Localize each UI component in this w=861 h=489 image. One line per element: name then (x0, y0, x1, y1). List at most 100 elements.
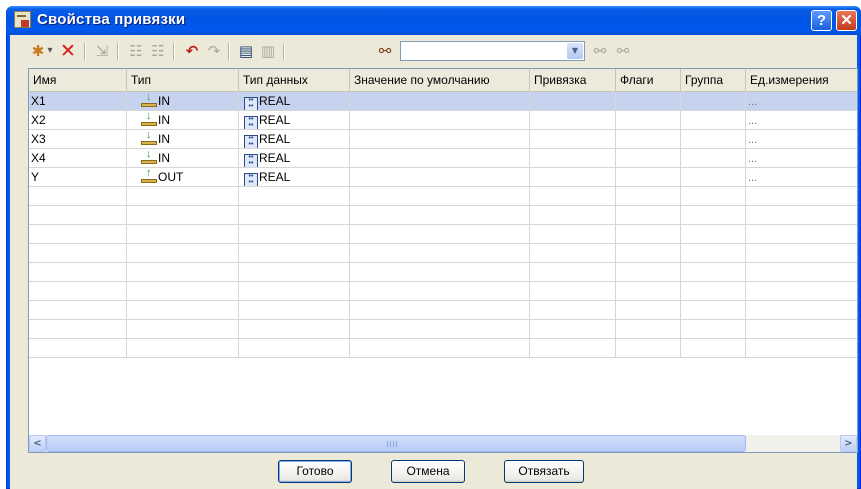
cell-flags[interactable] (616, 320, 681, 338)
cell-kind[interactable] (127, 263, 239, 281)
cell-name[interactable] (29, 187, 127, 205)
table-row[interactable] (29, 339, 857, 358)
cell-datatype[interactable]: •• •• REAL (239, 130, 350, 148)
cell-datatype[interactable] (239, 187, 350, 205)
column-header-default[interactable]: Значение по умолчанию (350, 69, 530, 91)
cell-datatype[interactable]: •• •• REAL (239, 92, 350, 110)
cell-datatype[interactable] (239, 301, 350, 319)
cell-unit[interactable] (746, 206, 857, 224)
cell-group[interactable] (681, 244, 746, 262)
column-header-binding[interactable]: Привязка (530, 69, 616, 91)
cell-flags[interactable] (616, 187, 681, 205)
table-row[interactable]: X4 ↓ IN •• •• REAL... (29, 149, 857, 168)
cell-datatype[interactable] (239, 225, 350, 243)
cell-name[interactable] (29, 244, 127, 262)
cell-unit[interactable] (746, 225, 857, 243)
cell-kind[interactable] (127, 244, 239, 262)
table-row[interactable]: X3 ↓ IN •• •• REAL... (29, 130, 857, 149)
cell-kind[interactable] (127, 301, 239, 319)
cell-binding[interactable] (530, 130, 616, 148)
table-row[interactable]: Y ↑ OUT •• •• REAL... (29, 168, 857, 187)
column-header-flags[interactable]: Флаги (616, 69, 681, 91)
cell-name[interactable] (29, 339, 127, 357)
cell-binding[interactable] (530, 206, 616, 224)
table-row[interactable]: X1 ↓ IN •• •• REAL... (29, 92, 857, 111)
cell-default[interactable] (350, 111, 530, 129)
cell-name[interactable] (29, 320, 127, 338)
cell-unit[interactable] (746, 282, 857, 300)
cell-binding[interactable] (530, 263, 616, 281)
cell-binding[interactable] (530, 187, 616, 205)
cell-flags[interactable] (616, 111, 681, 129)
variables-table[interactable]: Имя Тип Тип данных Значение по умолчанию… (28, 68, 858, 453)
cell-name[interactable]: X4 (29, 149, 127, 167)
column-header-name[interactable]: Имя (29, 69, 127, 91)
cell-default[interactable] (350, 263, 530, 281)
cell-group[interactable] (681, 168, 746, 186)
find-previous-icon[interactable]: ⚯ (590, 41, 610, 61)
copy-icon[interactable]: ▤ (236, 41, 256, 61)
table-row[interactable] (29, 320, 857, 339)
cell-flags[interactable] (616, 206, 681, 224)
cell-name[interactable] (29, 206, 127, 224)
cell-group[interactable] (681, 111, 746, 129)
cell-flags[interactable] (616, 282, 681, 300)
unbind-button[interactable]: Отвязать (504, 460, 584, 483)
search-combobox[interactable]: ▼ (400, 41, 585, 61)
cell-group[interactable] (681, 187, 746, 205)
cell-unit[interactable] (746, 187, 857, 205)
cell-kind[interactable] (127, 206, 239, 224)
cell-default[interactable] (350, 130, 530, 148)
close-button[interactable]: ✕ (836, 10, 857, 31)
cell-unit[interactable] (746, 320, 857, 338)
cell-name[interactable] (29, 225, 127, 243)
cell-unit[interactable] (746, 339, 857, 357)
cell-binding[interactable] (530, 149, 616, 167)
cell-datatype[interactable]: •• •• REAL (239, 149, 350, 167)
done-button[interactable]: Готово (278, 460, 352, 483)
cell-group[interactable] (681, 339, 746, 357)
cell-kind[interactable] (127, 339, 239, 357)
cell-datatype[interactable] (239, 320, 350, 338)
redo-icon[interactable]: ↷ (204, 41, 224, 61)
cell-datatype[interactable] (239, 244, 350, 262)
column-header-kind[interactable]: Тип (127, 69, 239, 91)
cell-group[interactable] (681, 301, 746, 319)
cell-binding[interactable] (530, 320, 616, 338)
undo-icon[interactable]: ↶ (182, 41, 202, 61)
cell-flags[interactable] (616, 130, 681, 148)
cell-default[interactable] (350, 206, 530, 224)
title-bar[interactable]: Свойства привязки ? ✕ (6, 6, 861, 35)
column-header-datatype[interactable]: Тип данных (239, 69, 350, 91)
cell-unit[interactable]: ... (746, 92, 857, 110)
cell-group[interactable] (681, 206, 746, 224)
cell-kind[interactable]: ↓ IN (127, 149, 239, 167)
cell-unit[interactable]: ... (746, 130, 857, 148)
cell-binding[interactable] (530, 225, 616, 243)
cell-default[interactable] (350, 149, 530, 167)
cell-binding[interactable] (530, 111, 616, 129)
cell-group[interactable] (681, 263, 746, 281)
cell-flags[interactable] (616, 92, 681, 110)
cell-kind[interactable] (127, 320, 239, 338)
cell-kind[interactable] (127, 187, 239, 205)
cell-unit[interactable]: ... (746, 168, 857, 186)
scroll-thumb[interactable] (46, 435, 746, 452)
cell-flags[interactable] (616, 301, 681, 319)
cell-binding[interactable] (530, 301, 616, 319)
cell-datatype[interactable] (239, 282, 350, 300)
column-header-unit[interactable]: Ед.измерения (746, 69, 857, 91)
insert-icon[interactable]: ⇲ (92, 41, 112, 61)
cell-unit[interactable] (746, 244, 857, 262)
cell-binding[interactable] (530, 92, 616, 110)
search-dropdown-icon[interactable]: ▼ (567, 43, 583, 59)
paste-icon[interactable]: ▥ (258, 41, 278, 61)
cell-kind[interactable] (127, 225, 239, 243)
cell-flags[interactable] (616, 244, 681, 262)
delete-icon[interactable]: ✕ (58, 41, 78, 61)
table-row[interactable] (29, 282, 857, 301)
cell-flags[interactable] (616, 263, 681, 281)
cell-name[interactable]: Y (29, 168, 127, 186)
cell-binding[interactable] (530, 282, 616, 300)
cell-flags[interactable] (616, 168, 681, 186)
